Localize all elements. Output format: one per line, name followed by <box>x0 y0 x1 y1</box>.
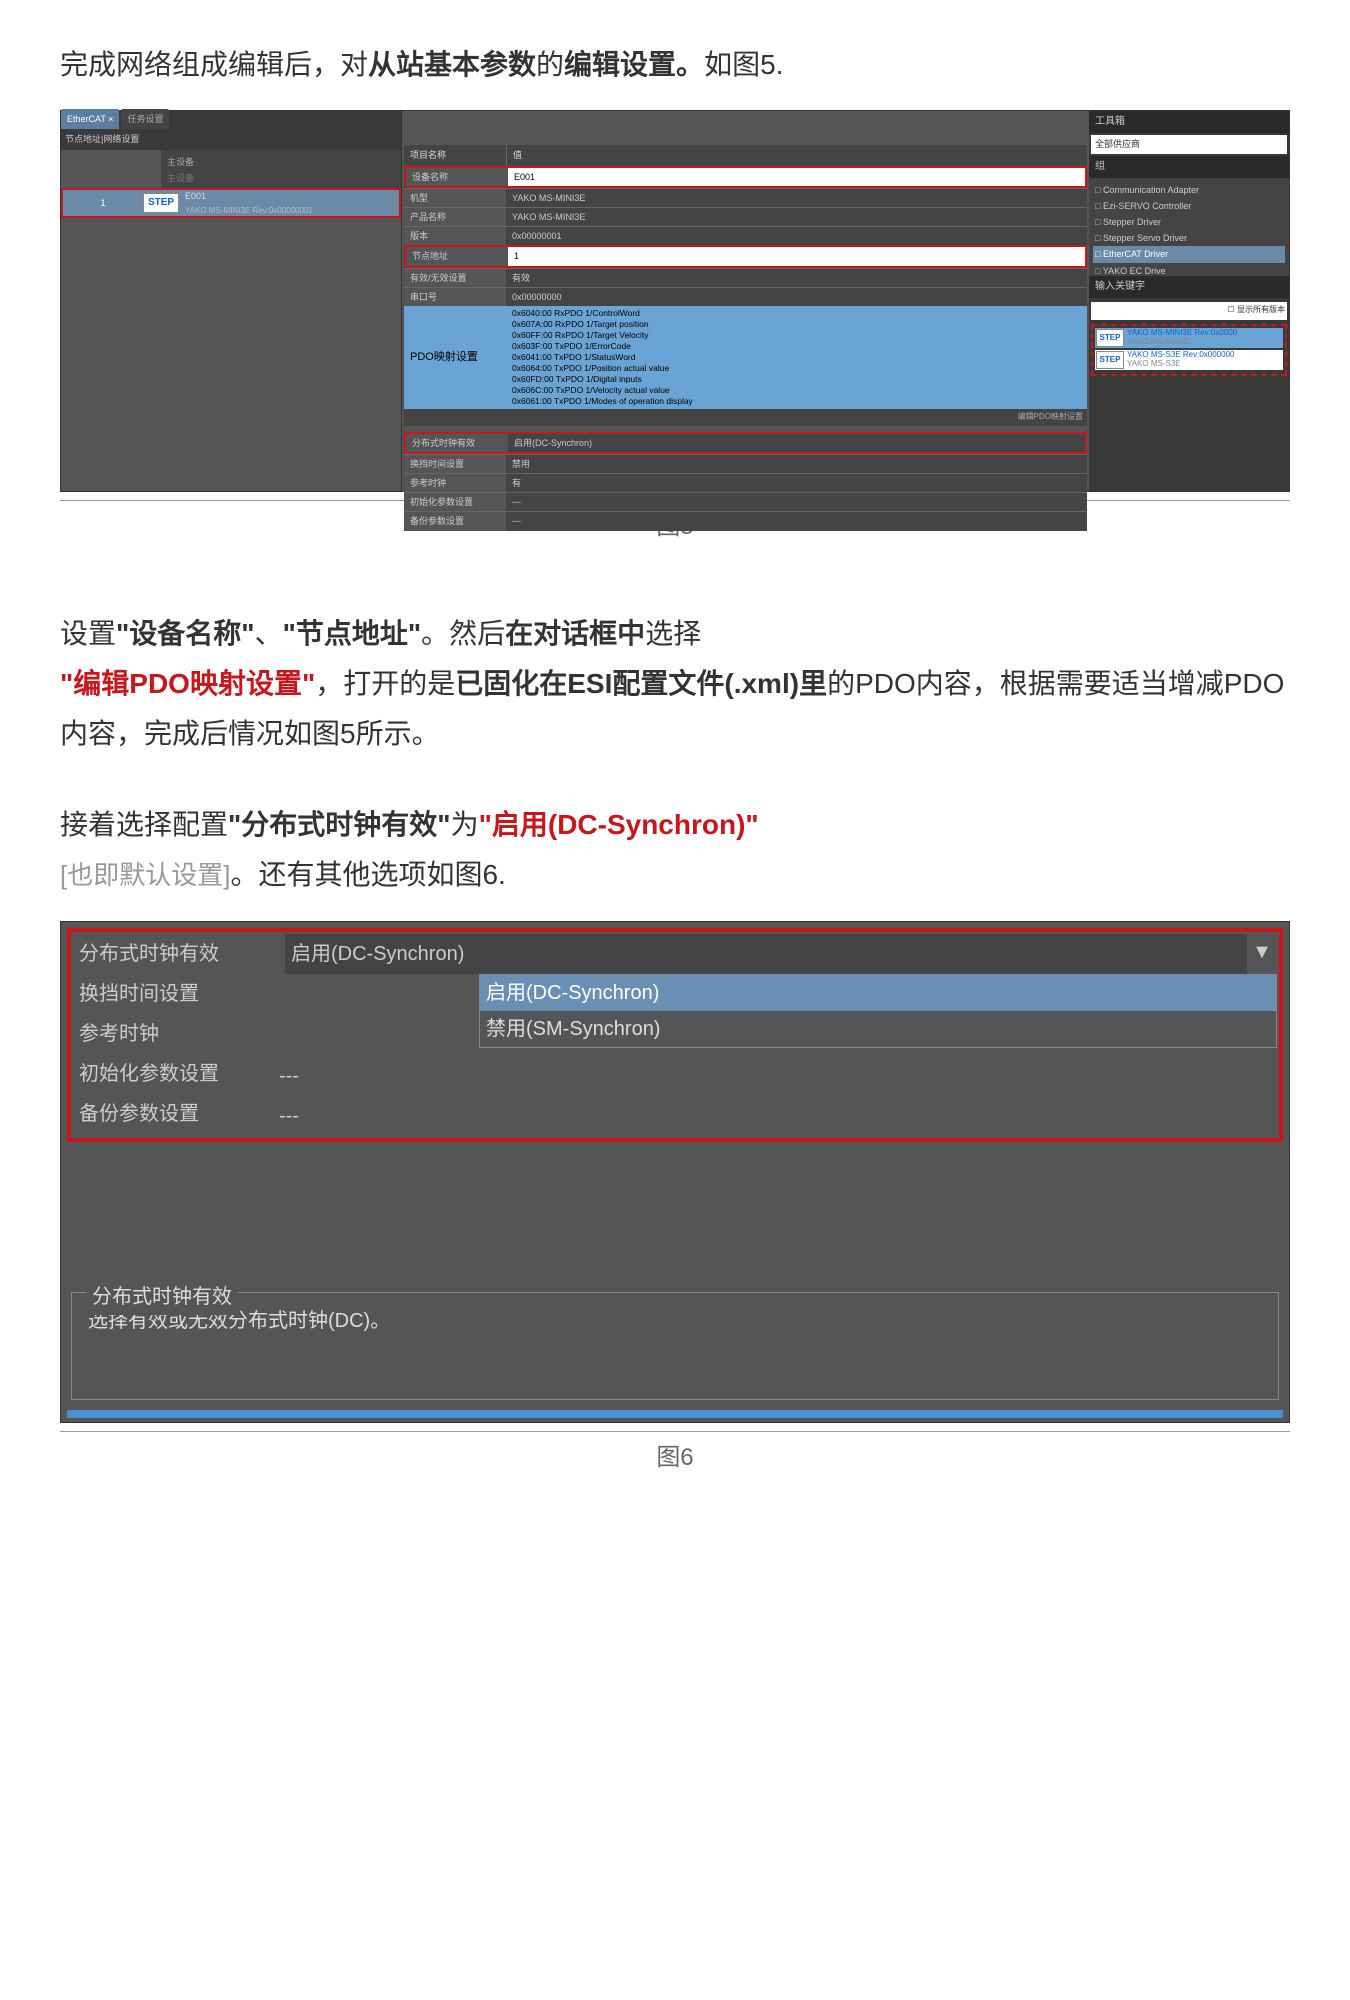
col-name: 项目名称 <box>404 145 507 165</box>
vendor-combo[interactable]: 全部供应商 <box>1091 135 1287 153</box>
step-icon: STEP <box>143 193 179 213</box>
paragraph-2: 设置"设备名称"、"节点地址"。然后在对话框中选择 "编辑PDO映射设置"，打开… <box>60 609 1290 760</box>
property-row: 串口号0x00000000 <box>404 287 1087 306</box>
device-tree[interactable]: Communication AdapterEzi-SERVO Controlle… <box>1089 178 1289 276</box>
config-value: --- <box>273 1096 1277 1136</box>
toolbox-panel: 工具箱 全部供应商 组 Communication AdapterEzi-SER… <box>1089 111 1289 491</box>
property-row[interactable]: 设备名称E001 <box>404 166 1087 188</box>
property-row[interactable]: 节点地址1 <box>404 245 1087 267</box>
paragraph-3: 接着选择配置"分布式时钟有效"为"启用(DC-Synchron)" [也即默认设… <box>60 800 1290 901</box>
col-value: 值 <box>507 145 1087 165</box>
dc-option-enable[interactable]: 启用(DC-Synchron) <box>480 975 1276 1011</box>
config-key: 初始化参数设置 <box>73 1054 273 1094</box>
config-key: 换挡时间设置 <box>73 974 273 1014</box>
result-item[interactable]: STEPYAKO MS-S3E Rev:0x000000YAKO MS-S3E <box>1095 350 1283 370</box>
tree-item[interactable]: Ezi-SERVO Controller <box>1093 198 1285 214</box>
tree-item[interactable]: Stepper Servo Driver <box>1093 230 1285 246</box>
property-row: 初始化参数设置--- <box>404 492 1087 511</box>
tree-item[interactable]: Communication Adapter <box>1093 182 1285 198</box>
edit-pdo-link[interactable]: 编辑PDO映射设置 <box>404 409 1087 425</box>
result-item[interactable]: STEPYAKO MS-MINI3E Rev:0x0000YAKO MS-MIN… <box>1095 328 1283 348</box>
property-row: 机型YAKO MS-MINI3E <box>404 188 1087 207</box>
dropdown-icon[interactable]: ▼ <box>1247 934 1277 974</box>
dc-row[interactable]: 分布式时钟有效 启用(DC-Synchron) ▼ <box>73 934 1277 974</box>
intro-paragraph: 完成网络组成编辑后，对从站基本参数的编辑设置。如图5. <box>60 40 1290 90</box>
tab-task[interactable]: 任务设置 <box>121 109 169 129</box>
property-row: 参考时钟有 <box>404 473 1087 492</box>
property-row: 有效/无效设置有效 <box>404 268 1087 287</box>
dc-enable-row[interactable]: 分布式时钟有效 启用(DC-Synchron) <box>404 432 1087 454</box>
bottom-bar <box>67 1410 1283 1418</box>
config-key: 参考时钟 <box>73 1014 273 1054</box>
slave-node-row[interactable]: 1 STEP E001 YAKO MS-MINI3E Rev:0x0000000… <box>61 188 401 218</box>
breadcrumb: 节点地址|网络设置 <box>61 129 401 149</box>
keyword-input[interactable]: ☐ 显示所有版本 <box>1091 302 1287 320</box>
figure-6-caption: 图6 <box>60 1431 1290 1479</box>
dc-options-dropdown[interactable]: 启用(DC-Synchron) 禁用(SM-Synchron) <box>479 974 1277 1048</box>
config-key: 备份参数设置 <box>73 1094 273 1134</box>
figure-5-screenshot: EtherCAT × 任务设置 节点地址|网络设置 主设备 主设备 1 STEP… <box>60 110 1290 492</box>
tree-item[interactable]: EtherCAT Driver <box>1093 246 1285 262</box>
dc-config-highlight: 分布式时钟有效 启用(DC-Synchron) ▼ 换挡时间设置参考时钟初始化参… <box>67 928 1283 1142</box>
property-row: 产品名称YAKO MS-MINI3E <box>404 207 1087 226</box>
property-panel: 项目名称 值 设备名称E001机型YAKO MS-MINI3E产品名称YAKO … <box>402 111 1089 491</box>
config-value: --- <box>273 1056 1277 1096</box>
master-device[interactable]: 主设备 主设备 <box>161 150 401 190</box>
checkbox-icon[interactable]: ☐ <box>1228 305 1235 314</box>
figure-6-screenshot: 分布式时钟有效 启用(DC-Synchron) ▼ 换挡时间设置参考时钟初始化参… <box>60 921 1290 1423</box>
network-tree-panel: EtherCAT × 任务设置 节点地址|网络设置 主设备 主设备 1 STEP… <box>61 111 402 491</box>
pdo-mapping-block[interactable]: PDO映射设置 0x6040:00 RxPDO 1/ControlWord0x6… <box>404 306 1087 409</box>
description-box: 分布式时钟有效 选择有效或无效分布式时钟(DC)。 <box>71 1292 1279 1400</box>
property-row: 版本0x00000001 <box>404 226 1087 245</box>
search-results: STEPYAKO MS-MINI3E Rev:0x0000YAKO MS-MIN… <box>1091 324 1287 376</box>
property-row: 换挡时间设置禁用 <box>404 454 1087 473</box>
tab-ethercat[interactable]: EtherCAT × <box>61 109 119 129</box>
tree-item[interactable]: Stepper Driver <box>1093 214 1285 230</box>
property-row: 备份参数设置--- <box>404 511 1087 530</box>
dc-option-disable[interactable]: 禁用(SM-Synchron) <box>480 1011 1276 1047</box>
